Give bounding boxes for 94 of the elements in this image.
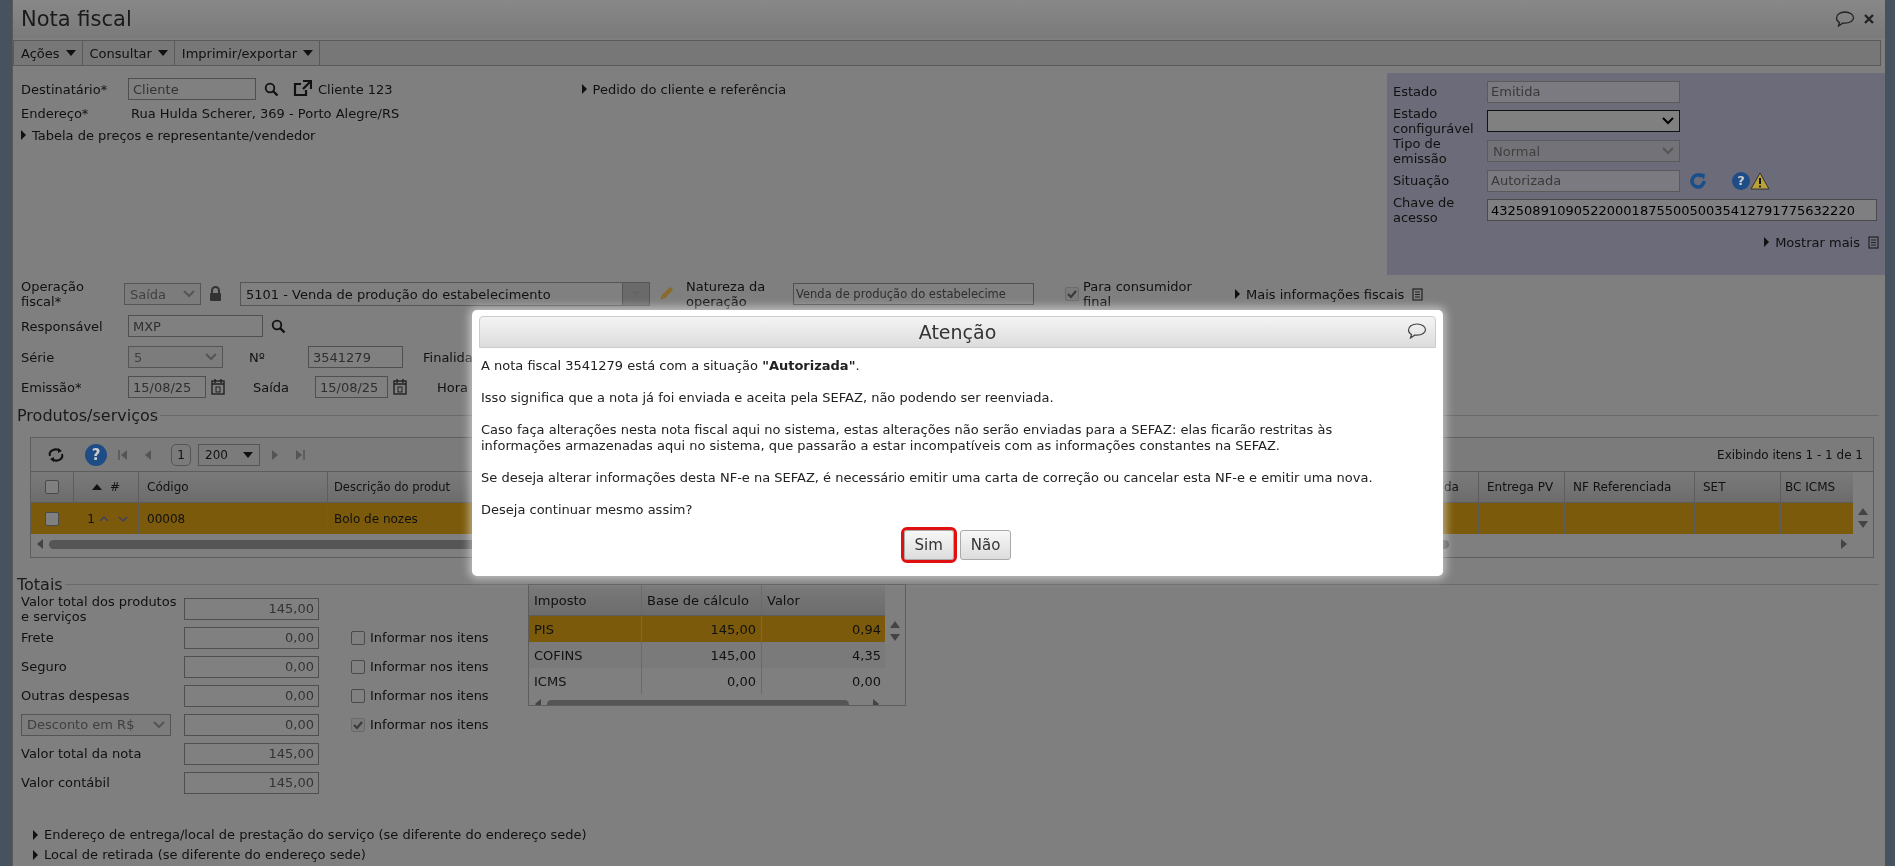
column-header[interactable]: NF Referenciada <box>1565 472 1695 502</box>
help-icon[interactable]: ? <box>85 443 107 466</box>
table-row[interactable]: PIS 145,00 0,94 <box>529 616 885 642</box>
column-header[interactable]: Valor <box>762 585 885 615</box>
table-cell: 145,00 <box>710 647 756 663</box>
field-label: Situação <box>1393 173 1451 188</box>
field-label: Estado configurável <box>1393 106 1475 136</box>
dialog-message: Isso significa que a nota já foi enviada e aceita pela SEFAZ, não podendo ser reenviada. <box>481 390 1055 406</box>
table-cell: 0,00 <box>727 673 756 689</box>
discount-select[interactable]: Desconto em R$ <box>21 713 171 736</box>
checkbox-label: Para consumidor final <box>1083 279 1193 309</box>
field-label: Tipo de emissão <box>1393 136 1448 166</box>
checkbox-label: Informar nos itens <box>370 717 489 732</box>
field-label: Natureza da operação <box>686 279 767 309</box>
column-header[interactable]: Imposto <box>529 585 642 615</box>
section-toggle[interactable]: Mais informações fiscais <box>1235 286 1405 302</box>
menu-item[interactable]: Consultar <box>82 41 175 65</box>
page-size-select[interactable]: 200 <box>198 443 260 466</box>
responsible-field[interactable]: MXP <box>128 315 263 337</box>
amount-field[interactable]: 145,00 <box>184 742 319 765</box>
dialog-button[interactable]: Sim <box>903 530 954 560</box>
dialog-button[interactable]: Não <box>959 530 1012 560</box>
field-label: Série <box>21 349 56 365</box>
field-label: Responsável <box>21 318 104 334</box>
field-label: Valor total da nota <box>21 746 143 761</box>
amount-field[interactable]: 145,00 <box>184 597 319 620</box>
show-more-toggle[interactable]: Mostrar mais <box>1764 234 1860 250</box>
amount-field[interactable]: 145,00 <box>184 771 319 794</box>
menu-item[interactable]: Imprimir/exportar <box>174 41 320 65</box>
table-cell: 0,00 <box>852 673 881 689</box>
field-label: Frete <box>21 630 55 645</box>
amount-field[interactable]: 0,00 <box>184 655 319 678</box>
page-number-field[interactable]: 1 <box>171 443 191 466</box>
table-cell: Bolo de nozes <box>334 511 418 526</box>
checkbox-label: Informar nos itens <box>370 630 489 645</box>
table-row[interactable]: COFINS 145,00 4,35 <box>529 642 885 668</box>
section-toggle[interactable]: Pedido do cliente e referência <box>581 81 787 97</box>
column-header[interactable]: # <box>74 472 139 502</box>
table-cell: 4,35 <box>852 647 881 663</box>
operation-select[interactable]: 5101 - Venda de produção do estabelecimento <box>240 282 650 306</box>
access-key-field[interactable]: 43250891090522000187550050035412791775632220 <box>1487 199 1877 221</box>
field-label: Estado <box>1393 84 1439 99</box>
field-label: Destinatário* <box>21 81 109 97</box>
table-cell: ICMS <box>534 673 567 689</box>
amount-field[interactable]: 0,00 <box>184 684 319 707</box>
field-label: Emissão* <box>21 379 83 395</box>
field-label: Chave de acesso <box>1393 195 1456 225</box>
amount-field[interactable]: 0,00 <box>184 626 319 649</box>
column-header[interactable]: SET <box>1695 472 1781 502</box>
dialog-title: Atenção <box>918 321 997 343</box>
table-cell: 00008 <box>147 511 186 526</box>
column-header[interactable]: Entrega PV <box>1479 472 1565 502</box>
number-field[interactable]: 3541279 <box>308 346 403 368</box>
table-cell: 0,94 <box>852 621 881 637</box>
column-header[interactable]: BC ICMS <box>1781 472 1853 502</box>
dialog-message: A nota fiscal 3541279 está com a situação "Autorizada". <box>481 358 861 374</box>
field-label: Operação fiscal* <box>21 279 85 309</box>
date-field[interactable]: 15/08/25 <box>128 376 206 398</box>
section-title: Totais <box>17 574 63 594</box>
address-text: Rua Hulda Scherer, 369 - Porto Alegre/RS <box>131 105 400 121</box>
field-label: Outras despesas <box>21 688 131 703</box>
section-toggle[interactable]: Endereço de entrega/local de prestação do serviço (se diferente do endereço sede) <box>33 827 1885 842</box>
select-field[interactable]: 5 <box>128 346 223 368</box>
field-label: Finalida <box>423 349 474 365</box>
field-label: Saída <box>253 379 291 395</box>
column-header[interactable]: Código <box>139 472 328 502</box>
menu-item[interactable]: Ações <box>14 41 83 65</box>
section-title: Produtos/serviços <box>17 405 159 425</box>
field-label: Nº <box>249 349 266 365</box>
field-label: Hora <box>437 379 470 395</box>
table-cell: 145,00 <box>710 621 756 637</box>
dialog-message: Deseja continuar mesmo assim? <box>481 502 694 518</box>
dialog-message: Se deseja alterar informações desta NF-e na SEFAZ, é necessário emitir uma carta de correção ou cancelar esta NF-e e emitir uma nova. <box>481 470 1374 486</box>
table-cell: COFINS <box>534 647 583 663</box>
field-label: Valor contábil <box>21 775 111 790</box>
date-field[interactable]: 15/08/25 <box>315 376 388 398</box>
column-header[interactable]: Base de cálculo <box>642 585 762 615</box>
checkbox-label: Informar nos itens <box>370 659 489 674</box>
checkbox-label: Informar nos itens <box>370 688 489 703</box>
item-count: Exibindo itens 1 - 1 de 1 <box>1717 447 1863 462</box>
customer-field[interactable]: Cliente <box>128 78 256 100</box>
select-field[interactable]: Saída <box>124 283 201 305</box>
field-label: Seguro <box>21 659 68 674</box>
nature-field[interactable]: Venda de produção do estabelecime <box>793 283 1034 305</box>
table-cell: PIS <box>534 621 554 637</box>
amount-field[interactable]: 0,00 <box>184 713 319 736</box>
table-cell: 1 <box>87 511 95 526</box>
field-label: Endereço* <box>21 105 90 121</box>
customer-link[interactable]: Cliente 123 <box>318 81 393 97</box>
field-label: Valor total dos produtos e serviços <box>21 593 178 624</box>
section-toggle[interactable]: Local de retirada (se diferente do endereço sede) <box>33 847 1885 862</box>
window-title: Nota fiscal <box>21 7 132 31</box>
dialog-message: Caso faça alterações nesta nota fiscal aqui no sistema, estas alterações não serão enviadas para a SEFAZ: elas ficarão restritas às informações armazenadas aqui no sistema, que passarão a estar incompatíveis com as informações constantes na SEFAZ. <box>481 422 1334 454</box>
section-toggle[interactable]: Tabela de preços e representante/vendedor <box>21 127 316 143</box>
